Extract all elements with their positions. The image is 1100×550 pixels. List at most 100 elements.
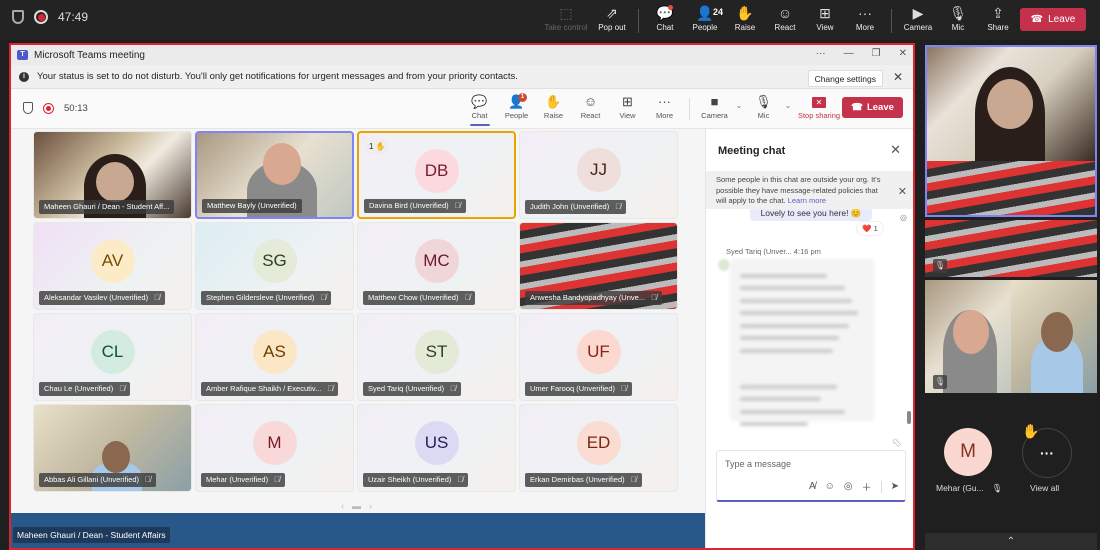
mic-icon: 🎙 [755,94,772,109]
inner-more-button[interactable]: ··· More [646,93,683,120]
mic-off-icon: 🎙̸ [450,384,457,393]
participant-avatar: DB [414,149,459,193]
heart-icon: ❤️ [862,224,872,233]
leave-button[interactable]: ☎ Leave [1020,8,1086,31]
mic-off-icon: 🎙 [949,5,967,21]
participant-tile[interactable]: AV Aleksandar Vasilev (Unverified) 🎙̸ [33,222,192,310]
message-sender-meta: Syed Tariq (Unver... 4:16 pm [726,247,821,256]
chat-title: Meeting chat [718,145,786,157]
more-options-icon[interactable]: ··· [816,48,826,59]
shared-teams-window: T Microsoft Teams meeting ··· — ❐ ✕ i Yo… [9,43,915,550]
external-org-notice: Some people in this chat are outside you… [706,171,913,209]
participant-tile[interactable]: Matthew Bayly (Unverified) [195,131,354,219]
participant-name-tag: Judith John (Unverified) 🎙̸ [525,200,627,214]
toolbar-chat-button[interactable]: 💬 Chat [645,3,685,32]
toolbar-raise-button[interactable]: ✋ Raise [725,3,765,32]
participant-tile[interactable]: DB 1 ✋ Davina Bird (Unverified) 🎙̸ [357,131,516,219]
participant-name-tag: Amber Rafique Shaikh / Executiv... 🎙̸ [201,382,339,396]
message-input[interactable]: Type a message [725,459,791,469]
pop-out-icon: ⇗ [606,5,618,21]
expand-panel-button[interactable]: ⌃ [925,533,1097,550]
participant-avatar: ST [414,330,459,374]
inner-view-button[interactable]: ⊞ View [609,93,646,120]
participant-tile[interactable]: M Mehar (Unverified) 🎙̸ [195,404,354,492]
mic-off-icon: 🎙 [933,259,947,273]
inner-people-button[interactable]: 👤 People 1 [498,93,535,120]
inner-leave-button[interactable]: ☎ Leave [842,97,903,118]
inner-mic-button[interactable]: 🎙 Mic [745,93,782,120]
tool-label: More [655,111,674,120]
restore-icon[interactable]: ❐ [872,48,881,59]
meeting-timer: 47:49 [58,10,89,24]
participant-tile[interactable]: UF Umer Farooq (Unverified) 🎙̸ [519,313,678,401]
toolbar-people-button[interactable]: 👤 24 People [685,3,725,32]
camera-options-chevron-icon[interactable]: ⌄ [733,101,745,110]
notice-close-icon[interactable]: ✕ [898,185,907,198]
attach-plus-icon[interactable]: ＋ [862,479,872,494]
participant-name-tag: Abbas Ali Gillani (Unverified) 🎙̸ [39,473,157,487]
participant-name-tag: Uzair Sheikh (Unverified) 🎙̸ [363,473,469,487]
video-pair: 🎙 [925,280,1097,393]
room-video-tile[interactable]: 🎙 [925,220,1097,277]
grid-pager[interactable]: ‹ ▬ › [341,501,372,511]
loop-icon[interactable]: ◎ [844,481,853,492]
participant-video-tile[interactable]: 🎙 [925,280,1011,393]
toolbar-share-button[interactable]: ⇪ Share [978,3,1018,32]
participant-name-tag: Stephen Gildersleve (Unverified) 🎙̸ [201,291,332,305]
participant-avatar: CL [90,330,135,374]
participant-tile[interactable]: CL Chau Le (Unverified) 🎙̸ [33,313,192,401]
change-settings-button[interactable]: Change settings [807,70,883,87]
mic-off-icon: 🎙̸ [454,201,461,210]
participant-tile[interactable]: MC Matthew Chow (Unverified) 🎙̸ [357,222,516,310]
toolbar-more-button[interactable]: ··· More [845,3,885,32]
window-title: Microsoft Teams meeting [34,49,145,61]
chat-close-icon[interactable]: ✕ [890,142,901,158]
participant-tile[interactable]: US Uzair Sheikh (Unverified) 🎙̸ [357,404,516,492]
toolbar-pop-out-button[interactable]: ⇗ Pop out [592,3,632,32]
minimize-icon[interactable]: — [844,48,854,59]
window-controls: ··· — ❐ ✕ [816,48,907,59]
hang-up-icon: ☎ [851,102,863,113]
inner-chat-button[interactable]: 💬 Chat [461,93,498,126]
chat-scrollbar[interactable] [907,411,911,424]
toolbar-react-button[interactable]: ☺ React [765,3,805,32]
toolbar-camera-button[interactable]: ▶ Camera [898,3,938,32]
toolbar-view-button[interactable]: ⊞ View [805,3,845,32]
camera-off-icon: ▶ [912,5,924,21]
mic-options-chevron-icon[interactable]: ⌄ [782,101,794,110]
learn-more-link[interactable]: Learn more [788,196,826,205]
raised-hand-badge: 1 ✋ [365,139,390,154]
participant-tile[interactable]: ST Syed Tariq (Unverified) 🎙̸ [357,313,516,401]
participant-tile[interactable]: Abbas Ali Gillani (Unverified) 🎙̸ [33,404,192,492]
participant-tile[interactable]: JJ Judith John (Unverified) 🎙̸ [519,131,678,219]
inner-raise-button[interactable]: ✋ Raise [535,93,572,120]
info-icon: i [19,71,29,82]
hang-up-icon: ☎ [1030,14,1044,25]
inner-react-button[interactable]: ☺ React [572,93,609,120]
participant-tile[interactable]: SG Stephen Gildersleve (Unverified) 🎙̸ [195,222,354,310]
tool-label: React [580,111,601,120]
participant-tile[interactable]: Maheen Ghauri / Dean - Student Aff... [33,131,192,219]
participant-tile[interactable]: AS Amber Rafique Shaikh / Executiv... 🎙̸ [195,313,354,401]
chat-icon: 💬 [471,94,488,109]
stop-sharing-icon: ✕ [812,97,826,108]
emoji-icon[interactable]: ☺ [825,481,835,492]
compose-box[interactable]: Type a message A̸ ☺ ◎ ＋ ➤ [716,450,906,502]
banner-close-icon[interactable]: ✕ [893,70,903,84]
toolbar-mic-button[interactable]: 🎙 Mic [938,3,978,32]
format-icon[interactable]: A̸ [809,481,816,492]
reaction-badge[interactable]: ❤️ 1 [856,221,884,236]
stop-sharing-button[interactable]: ✕ Stop sharing [794,93,844,120]
send-icon[interactable]: ➤ [891,481,899,492]
mic-off-icon: 🎙̸ [651,293,658,302]
participant-count: 24 [712,7,723,17]
participant-tile[interactable]: ED Erkan Demirbas (Unverified) 🎙̸ [519,404,678,492]
active-speaker-tile[interactable] [925,45,1097,217]
mehar-avatar[interactable]: M [944,428,992,476]
participant-tile[interactable]: Anwesha Bandyopadhyay (Unve... 🎙̸ [519,222,678,310]
tool-label: View [619,111,636,120]
inner-camera-button[interactable]: ■ Camera [696,93,733,120]
participant-video-tile[interactable] [1011,280,1097,393]
close-icon[interactable]: ✕ [899,48,907,59]
more-icon: ··· [858,5,872,21]
